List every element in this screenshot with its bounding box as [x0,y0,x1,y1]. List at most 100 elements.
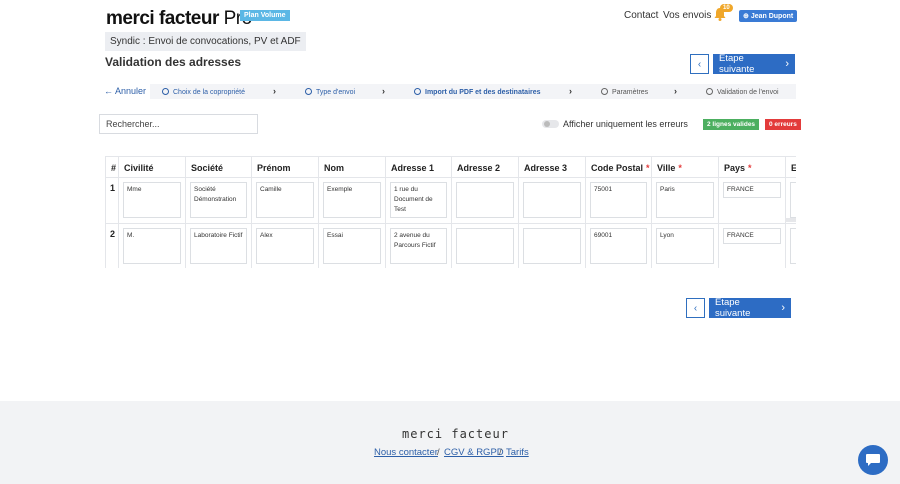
column-header-prenom: Prénom [252,156,319,178]
step-type-envoi[interactable]: Type d'envoi [305,88,355,96]
column-header-civilite: Civilité [119,156,186,178]
step-validation: Validation de l'envoi [706,88,779,96]
next-step-label: Étape suivante [715,297,751,319]
footer [0,401,900,484]
cell-input-prenom[interactable]: Camille [256,182,314,218]
footer-separator: / [499,447,502,458]
column-header-label: Nom [324,163,344,173]
user-menu[interactable]: ⊕ Jean Dupont [739,10,798,22]
column-header-pays: Pays * [719,156,786,178]
cell-input-adresse2[interactable] [456,228,514,264]
column-header-code-postal: Code Postal * [586,156,652,178]
step-label: Import du PDF et des destinataires [425,89,541,96]
cell-input-pays[interactable]: FRANCE [723,228,781,244]
previous-step-button-bottom[interactable]: ‹ [686,298,705,318]
cell-input-code-postal[interactable]: 75001 [590,182,647,218]
step-label: Paramètres [612,89,649,96]
search-input[interactable] [99,114,258,134]
column-header-ville: Ville * [652,156,719,178]
column-header-label: Adresse 1 [391,163,435,173]
step-parametres: Paramètres [601,88,648,96]
cell-input-adresse2[interactable] [456,182,514,218]
chevron-left-icon: ‹ [693,302,698,314]
cell-input-ville[interactable]: Lyon [656,228,714,264]
table-scrollbar[interactable] [785,218,796,222]
step-import[interactable]: Import du PDF et des destinataires [414,88,541,96]
column-header-label: # [111,163,117,173]
circle-icon [414,88,421,95]
column-header-adresse2: Adresse 2 [452,156,519,178]
page-title: Validation des adresses [105,55,242,69]
cell-input-adresse3[interactable] [523,228,581,264]
cell-input-adresse1[interactable]: 2 avenue du Parcours Fictif [390,228,447,264]
user-icon: ⊕ [743,13,751,20]
required-mark: * [678,163,682,173]
check-circle-icon [305,88,312,95]
notification-count-badge: 10 [720,4,733,12]
cell-input-civilite[interactable]: Mme [123,182,181,218]
next-step-label: Étape suivante [719,53,755,75]
column-header-num: # [105,156,119,178]
errors-badge: 0 erreurs [765,119,801,130]
toggle-knob [544,121,550,127]
cell-input-code-postal[interactable]: 69001 [590,228,647,264]
errors-only-label: Afficher uniquement les erreurs [563,119,688,129]
previous-step-button[interactable]: ‹ [690,54,709,74]
step-label: Validation de l'envoi [717,89,779,96]
valid-lines-badge: 2 lignes valides [703,119,760,130]
circle-icon [601,88,608,95]
nav-envois-link[interactable]: Vos envois [663,10,711,21]
circle-icon [706,88,713,95]
cell-input-adresse1[interactable]: 1 rue du Document de Test [390,182,447,218]
plan-badge: Plan Volume [240,10,290,21]
table-cell [105,224,119,268]
footer-contact-link[interactable]: Nous contacter [374,447,438,458]
next-step-button[interactable]: Étape suivante › [713,53,795,75]
footer-cgv-link[interactable]: CGV & RGPD [444,447,504,458]
cell-input-nom[interactable]: Essai [323,228,381,264]
column-header-label: Pays [724,163,746,173]
arrow-left-icon: ← [104,86,116,96]
footer-logo: merci facteur [402,427,509,441]
cell-input-societe[interactable]: Société Démonstration [190,182,247,218]
check-circle-icon [162,88,169,95]
column-header-label: Prénom [257,163,291,173]
required-mark: * [748,163,752,173]
cell-input-prenom[interactable]: Alex [256,228,314,264]
logo-main: merci facteur [106,8,219,29]
column-header-label: Ville [657,163,676,173]
footer-separator: / [437,447,440,458]
next-step-button-bottom[interactable]: Étape suivante › [709,297,791,319]
step-label: Choix de la copropriété [173,89,245,96]
chat-button[interactable] [858,445,888,475]
cancel-link[interactable]: ← Annuler [104,86,146,96]
cell-input-ville[interactable]: Paris [656,182,714,218]
step-copropriete[interactable]: Choix de la copropriété [162,88,245,96]
required-mark: * [646,163,650,173]
cell-input-civilite[interactable]: M. [123,228,181,264]
chevron-right-icon: › [569,86,572,96]
footer-tarifs-link[interactable]: Tarifs [506,447,529,458]
chevron-left-icon: ‹ [697,58,702,70]
column-header-label: Code Postal [591,163,644,173]
chevron-right-icon: › [674,86,677,96]
column-header-nom: Nom [319,156,386,178]
cell-input-e[interactable] [790,228,796,264]
column-header-label: Adresse 3 [524,163,568,173]
syndic-label: Syndic : Envoi de convocations, PV et AD… [105,32,306,51]
chevron-right-icon: › [273,86,276,96]
cell-input-societe[interactable]: Laboratoire Fictif [190,228,247,264]
column-header-label: Civilité [124,163,154,173]
table-cell [105,178,119,224]
cell-input-pays[interactable]: FRANCE [723,182,781,198]
cell-input-e[interactable] [790,182,796,218]
cancel-label: Annuler [115,86,147,96]
column-header-adresse1: Adresse 1 [386,156,452,178]
column-header-label: Adresse 2 [457,163,501,173]
cell-input-nom[interactable]: Exemple [323,182,381,218]
nav-contact-link[interactable]: Contact [624,10,658,21]
chat-icon [866,454,880,466]
column-header-societe: Société [186,156,252,178]
cell-input-adresse3[interactable] [523,182,581,218]
logo[interactable]: merci facteur Pro [106,8,252,30]
